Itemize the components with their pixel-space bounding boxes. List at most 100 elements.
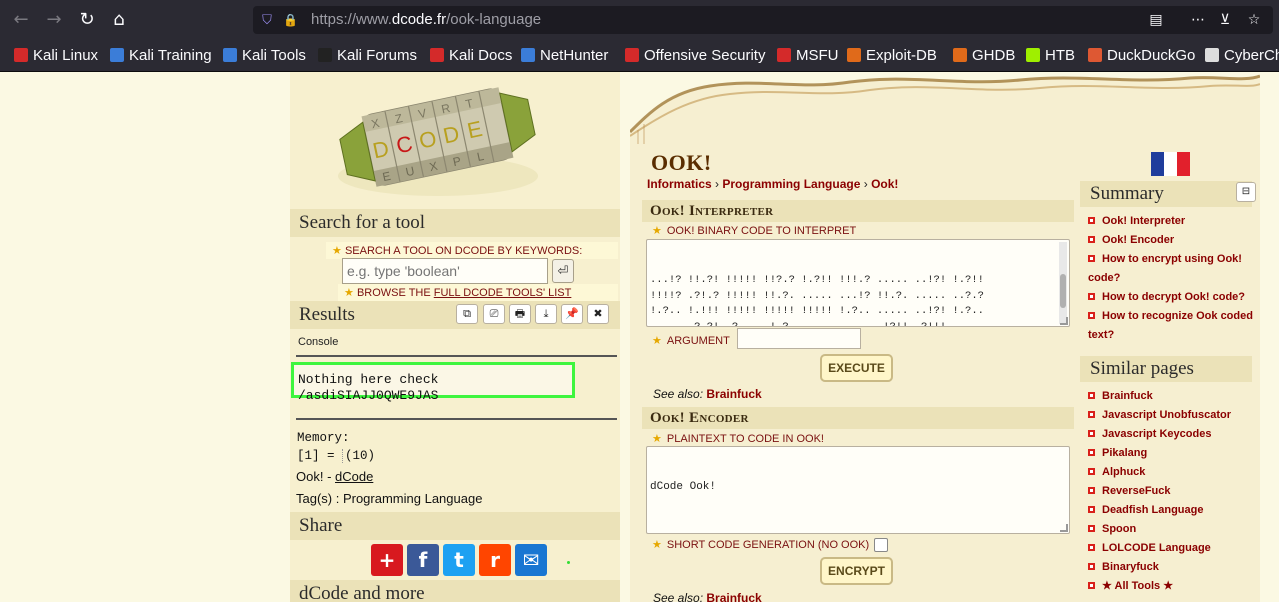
divider bbox=[296, 355, 617, 357]
bullet-arrow-icon bbox=[1088, 563, 1095, 570]
bookmark-favicon-icon bbox=[223, 48, 237, 62]
bullet-arrow-icon bbox=[1088, 449, 1095, 456]
breadcrumb-programming-language[interactable]: Programming Language bbox=[722, 177, 860, 191]
collapse-summary-icon[interactable]: ⊟ bbox=[1236, 182, 1256, 202]
bookmark-kali-linux[interactable]: Kali Linux bbox=[14, 47, 98, 65]
french-flag-icon[interactable] bbox=[1151, 152, 1190, 176]
breadcrumb-ook[interactable]: Ook! bbox=[871, 177, 898, 191]
ook-code-textarea[interactable]: ...!? !!.?! !!!!! !!?.? !.?!! !!!.? ....… bbox=[646, 239, 1070, 327]
copy-results-icon[interactable]: ⧉ bbox=[456, 304, 478, 324]
similar-pages-heading: Similar pages bbox=[1080, 356, 1252, 382]
summary-link[interactable]: Ook! Encoder bbox=[1088, 231, 1258, 250]
reddit-share-icon[interactable]: r bbox=[479, 544, 511, 576]
bookmark-msfu[interactable]: MSFU bbox=[777, 47, 839, 65]
brainfuck-link[interactable]: Brainfuck bbox=[706, 591, 761, 602]
reader-view-icon[interactable]: ▤ bbox=[1147, 12, 1165, 28]
bookmark-nethunter[interactable]: NetHunter bbox=[521, 47, 608, 65]
reload-icon[interactable]: ↻ bbox=[75, 8, 99, 32]
resize-grip[interactable] bbox=[1060, 524, 1068, 532]
home-icon[interactable]: ⌂ bbox=[107, 8, 131, 32]
star-icon: ★ bbox=[652, 334, 662, 347]
page-actions-icon[interactable]: ⋯ bbox=[1189, 12, 1207, 28]
bookmark-favicon-icon bbox=[318, 48, 332, 62]
bookmark-offensive-security[interactable]: Offensive Security bbox=[625, 47, 765, 65]
short-code-checkbox[interactable] bbox=[874, 538, 888, 552]
bullet-arrow-icon bbox=[1088, 236, 1095, 243]
similar-page-link[interactable]: Javascript Unobfuscator bbox=[1088, 406, 1258, 425]
similar-page-link[interactable]: ★ All Tools ★ bbox=[1088, 577, 1258, 596]
page-title: OOK! bbox=[651, 150, 712, 175]
brainfuck-link[interactable]: Brainfuck bbox=[706, 387, 761, 401]
bullet-arrow-icon bbox=[1088, 312, 1095, 319]
pin-results-icon[interactable]: 📌 bbox=[561, 304, 583, 324]
url-text[interactable]: https://www.dcode.fr/ook-language bbox=[311, 12, 541, 28]
bookmark-kali-training[interactable]: Kali Training bbox=[110, 47, 212, 65]
bookmark-kali-docs[interactable]: Kali Docs bbox=[430, 47, 512, 65]
close-results-icon[interactable]: ✖ bbox=[587, 304, 609, 324]
bullet-arrow-icon bbox=[1088, 392, 1095, 399]
bullet-arrow-icon bbox=[1088, 468, 1095, 475]
screenshot-results-icon[interactable]: ⎚ bbox=[483, 304, 505, 324]
download-results-icon[interactable]: ⤓ bbox=[535, 304, 557, 324]
memory-dump: Memory: [1] = (10) bbox=[297, 431, 376, 463]
breadcrumb-informatics[interactable]: Informatics bbox=[647, 177, 712, 191]
summary-link[interactable]: How to recognize Ook coded text? bbox=[1088, 307, 1258, 345]
summary-link[interactable]: Ook! Interpreter bbox=[1088, 212, 1258, 231]
forward-icon[interactable]: → bbox=[42, 8, 66, 32]
bookmark-ghdb[interactable]: GHDB bbox=[953, 47, 1015, 65]
lock-icon[interactable]: 🔒 bbox=[283, 12, 298, 28]
similar-page-link[interactable]: Deadfish Language bbox=[1088, 501, 1258, 520]
plaintext-textarea[interactable]: dCode Ook! bbox=[646, 446, 1070, 534]
dcode-link[interactable]: dCode bbox=[335, 469, 373, 484]
similar-page-link[interactable]: Alphuck bbox=[1088, 463, 1258, 482]
bookmark-kali-forums[interactable]: Kali Forums bbox=[318, 47, 417, 65]
print-results-icon[interactable]: 🖶 bbox=[509, 304, 531, 324]
tracking-shield-icon[interactable]: ⛉ bbox=[260, 12, 274, 28]
summary-link[interactable]: How to decrypt Ook! code? bbox=[1088, 288, 1258, 307]
url-bar[interactable]: ⛉ 🔒 https://www.dcode.fr/ook-language ▤ … bbox=[253, 6, 1273, 34]
execute-button[interactable]: EXECUTE bbox=[820, 354, 893, 382]
full-tools-list-link[interactable]: FULL DCODE TOOLS' LIST bbox=[434, 287, 572, 299]
bookmark-kali-tools[interactable]: Kali Tools bbox=[223, 47, 306, 65]
bookmark-favicon-icon bbox=[847, 48, 861, 62]
page-content: X Z V R T D C O D E E U X P L Search for… bbox=[0, 72, 1279, 602]
bullet-arrow-icon bbox=[1088, 544, 1095, 551]
similar-page-link[interactable]: Spoon bbox=[1088, 520, 1258, 539]
similar-page-link[interactable]: Javascript Keycodes bbox=[1088, 425, 1258, 444]
interpreter-heading: Ook! Interpreter bbox=[642, 200, 1074, 222]
facebook-share-icon[interactable]: f bbox=[407, 544, 439, 576]
similar-page-link[interactable]: Brainfuck bbox=[1088, 387, 1258, 406]
bookmark-favicon-icon bbox=[430, 48, 444, 62]
search-submit-button[interactable]: ⏎ bbox=[552, 259, 574, 283]
code-scrollbar-thumb[interactable] bbox=[1060, 274, 1066, 308]
twitter-share-icon[interactable]: t bbox=[443, 544, 475, 576]
bookmark-htb[interactable]: HTB bbox=[1026, 47, 1075, 65]
search-input[interactable] bbox=[342, 258, 548, 284]
similar-page-link[interactable]: Pikalang bbox=[1088, 444, 1258, 463]
bullet-arrow-icon bbox=[1088, 293, 1095, 300]
star-icon: ★ bbox=[344, 286, 354, 299]
bookmark-favicon-icon bbox=[14, 48, 28, 62]
star-icon: ★ bbox=[652, 224, 662, 237]
browse-tools-label: ★ BROWSE THE FULL DCODE TOOLS' LIST bbox=[338, 284, 618, 301]
addthis-share-icon[interactable]: + bbox=[371, 544, 403, 576]
bookmark-exploit-db[interactable]: Exploit-DB bbox=[847, 47, 937, 65]
back-icon[interactable]: ← bbox=[9, 8, 33, 32]
main-content: OOK! Informatics › Programming Language … bbox=[630, 72, 1260, 602]
bookmark-favicon-icon bbox=[625, 48, 639, 62]
star-icon: ★ bbox=[652, 432, 662, 445]
resize-grip[interactable] bbox=[1060, 317, 1068, 325]
similar-page-link[interactable]: LOLCODE Language bbox=[1088, 539, 1258, 558]
bookmark-duckduckgo[interactable]: DuckDuckGo bbox=[1088, 47, 1195, 65]
similar-page-link[interactable]: ReverseFuck bbox=[1088, 482, 1258, 501]
summary-link[interactable]: How to encrypt using Ook! code? bbox=[1088, 250, 1258, 288]
encrypt-button[interactable]: ENCRYPT bbox=[820, 557, 893, 585]
pocket-icon[interactable]: ⊻ bbox=[1216, 12, 1234, 28]
encoder-see-also: See also: Brainfuck bbox=[653, 591, 762, 602]
similar-page-link[interactable]: Binaryfuck bbox=[1088, 558, 1258, 577]
email-share-icon[interactable]: ✉ bbox=[515, 544, 547, 576]
dcode-logo[interactable]: X Z V R T D C O D E E U X P L bbox=[328, 80, 538, 206]
argument-input[interactable] bbox=[737, 328, 861, 349]
bookmark-star-icon[interactable]: ☆ bbox=[1245, 12, 1263, 28]
bookmark-cyberch[interactable]: CyberCh bbox=[1205, 47, 1279, 65]
